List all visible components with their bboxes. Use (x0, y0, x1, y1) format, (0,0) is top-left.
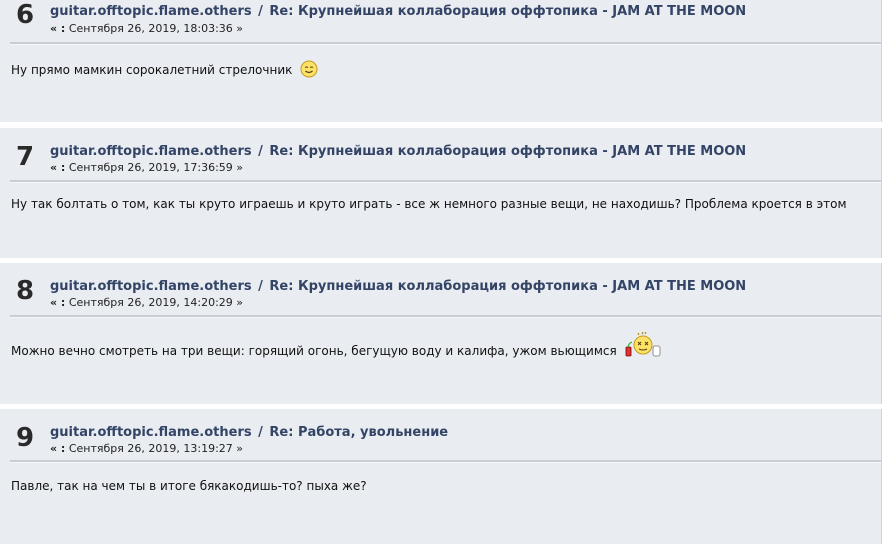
meta-suffix: » (236, 442, 244, 455)
post-title: guitar.offtopic.flame.others / Re: Крупн… (50, 4, 746, 19)
post-number: 8 (16, 276, 35, 306)
post-number: 6 (16, 0, 35, 30)
post-meta: « : Сентября 26, 2019, 18:03:36 » (50, 22, 243, 35)
forum-link[interactable]: guitar.offtopic.flame.others (50, 279, 252, 294)
dizzy-smiley-icon (625, 331, 663, 362)
post-text: Можно вечно смотреть на три вещи: горящи… (11, 344, 617, 358)
forum-link[interactable]: guitar.offtopic.flame.others (50, 144, 252, 159)
meta-suffix: » (236, 296, 244, 309)
post-text: Павле, так на чем ты в итоге бякакодишь-… (11, 479, 367, 493)
post-title: guitar.offtopic.flame.others / Re: Крупн… (50, 279, 746, 294)
meta-prefix: « : (50, 296, 66, 309)
post-6: 6 guitar.offtopic.flame.others / Re: Кру… (0, 0, 882, 122)
post-body: Павле, так на чем ты в итоге бякакодишь-… (11, 479, 367, 493)
post-body: Ну так болтать о том, как ты круто играе… (11, 197, 847, 211)
post-number: 9 (16, 423, 35, 453)
post-title: guitar.offtopic.flame.others / Re: Крупн… (50, 144, 746, 159)
topic-link[interactable]: Re: Крупнейшая коллаборация оффтопика - … (269, 144, 746, 159)
topic-link[interactable]: Re: Работа, увольнение (269, 425, 448, 440)
title-separator: / (258, 279, 263, 294)
meta-suffix: » (236, 161, 244, 174)
forum-link[interactable]: guitar.offtopic.flame.others (50, 4, 252, 19)
post-meta: « : Сентября 26, 2019, 17:36:59 » (50, 161, 243, 174)
topic-link[interactable]: Re: Крупнейшая коллаборация оффтопика - … (269, 4, 746, 19)
meta-prefix: « : (50, 161, 66, 174)
meta-suffix: » (236, 22, 244, 35)
post-date: Сентября 26, 2019, 17:36:59 (68, 161, 233, 174)
post-8: 8 guitar.offtopic.flame.others / Re: Кру… (0, 263, 882, 404)
post-divider (10, 460, 881, 463)
post-meta: « : Сентября 26, 2019, 13:19:27 » (50, 442, 243, 455)
post-title: guitar.offtopic.flame.others / Re: Работ… (50, 425, 448, 440)
post-date: Сентября 26, 2019, 13:19:27 (68, 442, 233, 455)
post-date: Сентября 26, 2019, 18:03:36 (68, 22, 233, 35)
post-meta: « : Сентября 26, 2019, 14:20:29 » (50, 296, 243, 309)
post-divider (10, 180, 881, 183)
post-7: 7 guitar.offtopic.flame.others / Re: Кру… (0, 128, 882, 258)
title-separator: / (258, 144, 263, 159)
meta-prefix: « : (50, 22, 66, 35)
smiley-icon (300, 60, 318, 81)
post-divider (10, 315, 881, 318)
post-body: Ну прямо мамкин сорокалетний стрелочник (11, 60, 318, 81)
post-divider (10, 42, 881, 45)
forum-link[interactable]: guitar.offtopic.flame.others (50, 425, 252, 440)
title-separator: / (258, 425, 263, 440)
meta-prefix: « : (50, 442, 66, 455)
post-number: 7 (16, 142, 35, 172)
post-9: 9 guitar.offtopic.flame.others / Re: Раб… (0, 409, 882, 544)
post-text: Ну прямо мамкин сорокалетний стрелочник (11, 63, 293, 77)
post-date: Сентября 26, 2019, 14:20:29 (68, 296, 233, 309)
post-body: Можно вечно смотреть на три вещи: горящи… (11, 331, 663, 362)
title-separator: / (258, 4, 263, 19)
topic-link[interactable]: Re: Крупнейшая коллаборация оффтопика - … (269, 279, 746, 294)
post-text: Ну так болтать о том, как ты круто играе… (11, 197, 847, 211)
